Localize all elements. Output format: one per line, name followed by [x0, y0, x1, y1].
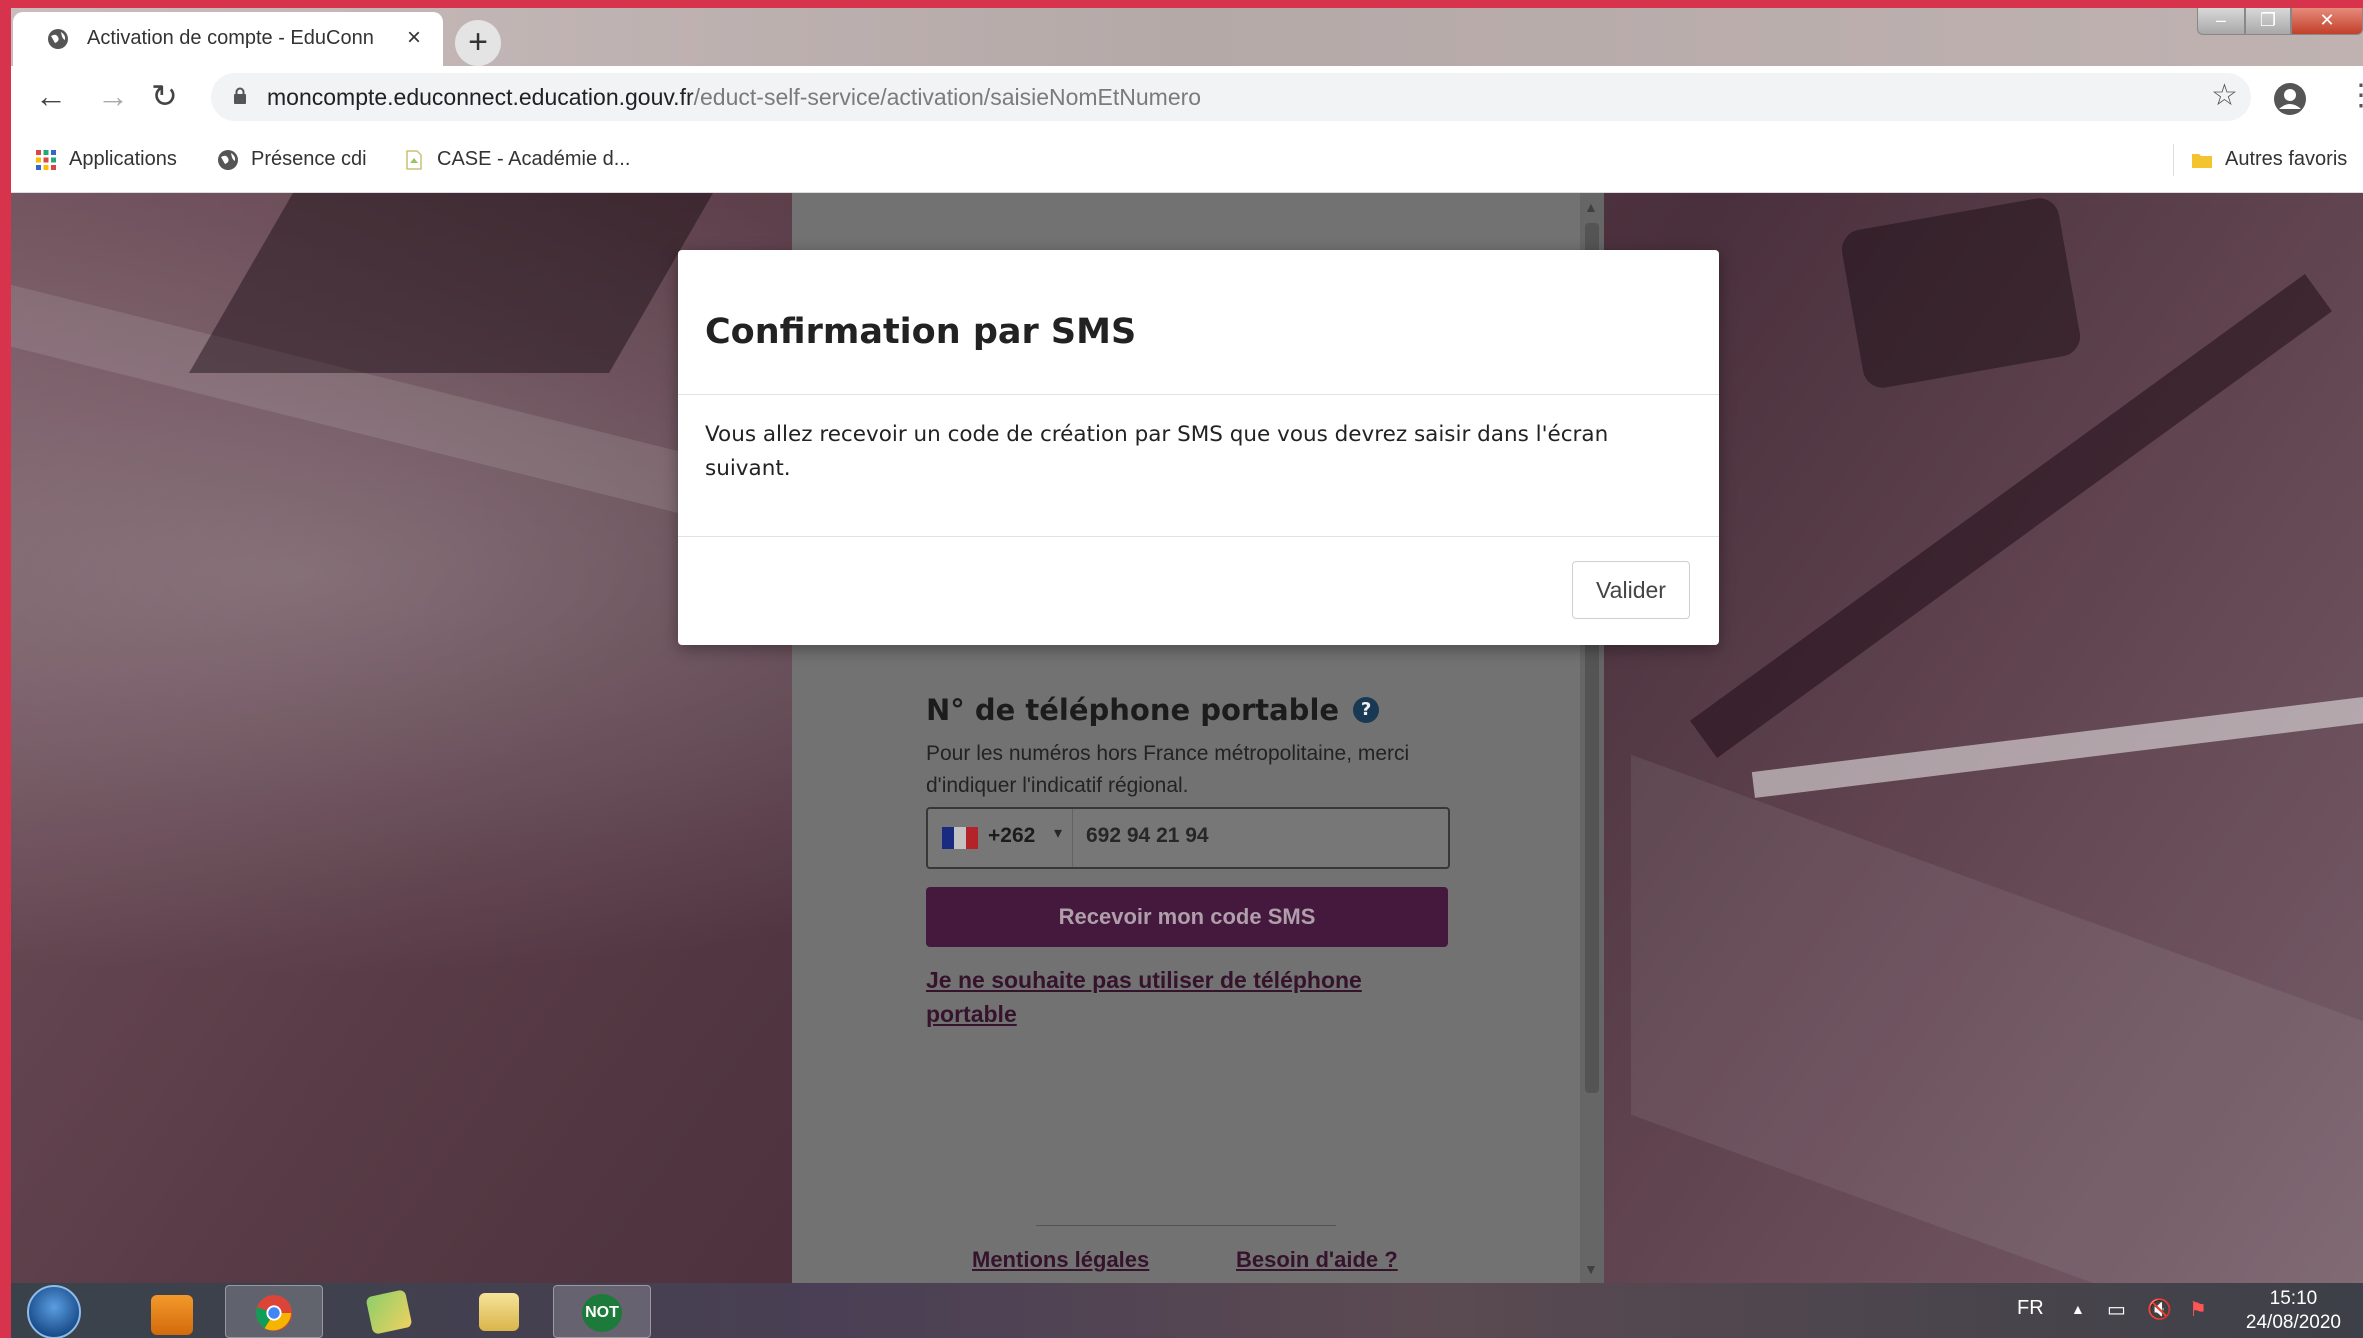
- valider-button[interactable]: Valider: [1572, 561, 1690, 619]
- restore-button[interactable]: ❐: [2245, 8, 2291, 35]
- browser-toolbar: ← → ↻ moncompte.educonnect.education.gou…: [11, 66, 2363, 130]
- folder-icon: [2192, 153, 2212, 168]
- modal-title: Confirmation par SMS: [705, 312, 1137, 352]
- windows-taskbar: NOT FR ▲ ▭ 🔇 ⚑ 15:10 24/08/2020: [11, 1283, 2363, 1338]
- bookmark-case-academie[interactable]: CASE - Académie d...: [403, 148, 630, 171]
- modal-body: Vous allez recevoir un code de création …: [705, 422, 1609, 481]
- minimize-button[interactable]: –: [2197, 8, 2245, 35]
- bookmark-applications[interactable]: Applications: [35, 148, 177, 171]
- back-arrow-icon[interactable]: ←: [35, 80, 67, 112]
- reload-icon[interactable]: ↻: [151, 80, 178, 112]
- sms-confirmation-modal: Confirmation par SMS Vous allez recevoir…: [678, 250, 1719, 645]
- globe-icon: [48, 29, 68, 49]
- taskbar-chrome[interactable]: [225, 1285, 323, 1338]
- menu-kebab-icon[interactable]: ⋮: [2346, 78, 2363, 113]
- page-viewport: N° de téléphone portable ? Pour les numé…: [11, 193, 2363, 1283]
- other-bookmarks-label: Autres favoris: [2225, 148, 2348, 170]
- taskbar-media-player[interactable]: [129, 1285, 227, 1338]
- globe-icon: [218, 149, 238, 170]
- tab-close-icon[interactable]: ×: [407, 24, 421, 52]
- new-tab-button[interactable]: +: [455, 20, 501, 66]
- language-indicator[interactable]: FR: [2017, 1297, 2044, 1320]
- bookmark-divider: [2173, 144, 2174, 176]
- taskbar-not-app[interactable]: NOT: [553, 1285, 651, 1338]
- bookmark-label: CASE - Académie d...: [437, 148, 631, 170]
- not-app-icon: NOT: [582, 1294, 622, 1332]
- action-center-flag-icon[interactable]: ⚑: [2189, 1297, 2207, 1322]
- lock-icon: [234, 87, 246, 104]
- chrome-icon: [255, 1294, 293, 1332]
- taskbar-folders[interactable]: [341, 1285, 439, 1338]
- other-bookmarks[interactable]: Autres favoris: [2191, 148, 2347, 171]
- profile-icon[interactable]: [2273, 82, 2307, 116]
- system-clock[interactable]: 15:10 24/08/2020: [2246, 1287, 2341, 1335]
- modal-header: Confirmation par SMS: [678, 250, 1719, 395]
- bookmarks-bar: Applications Présence cdi CASE - Académi…: [11, 130, 2363, 193]
- not-app-label: NOT: [585, 1304, 619, 1321]
- folder-icon: [365, 1289, 413, 1335]
- screen: Activation de compte - EduConn × + – ❐ ✕…: [11, 8, 2363, 1338]
- close-window-button[interactable]: ✕: [2291, 8, 2363, 35]
- clock-time: 15:10: [2269, 1288, 2318, 1309]
- tab-title: Activation de compte - EduConn: [87, 27, 374, 49]
- file-explorer-icon: [479, 1293, 519, 1331]
- forward-arrow-icon[interactable]: →: [97, 80, 129, 112]
- bookmark-label: Applications: [69, 148, 177, 170]
- url-host: moncompte.educonnect.education.gouv.fr: [267, 84, 694, 110]
- browser-titlebar: Activation de compte - EduConn × + – ❐ ✕: [11, 8, 2363, 66]
- network-icon[interactable]: ▭: [2107, 1297, 2126, 1322]
- taskbar-explorer[interactable]: [451, 1285, 549, 1338]
- page-icon: [406, 149, 422, 170]
- bookmark-star-icon[interactable]: ☆: [2211, 78, 2238, 113]
- apps-grid-icon: [36, 149, 56, 170]
- window-controls: – ❐ ✕: [2197, 8, 2363, 38]
- bookmark-label: Présence cdi: [251, 148, 367, 170]
- url-text: moncompte.educonnect.education.gouv.fr/e…: [267, 84, 1201, 111]
- clock-date: 24/08/2020: [2245, 1312, 2341, 1333]
- media-player-icon: [151, 1295, 193, 1335]
- url-path: /educt-self-service/activation/saisieNom…: [693, 84, 1202, 110]
- modal-divider: [678, 536, 1719, 537]
- volume-muted-icon[interactable]: 🔇: [2147, 1297, 2172, 1322]
- bookmark-presence-cdi[interactable]: Présence cdi: [217, 148, 367, 171]
- tray-expand-icon[interactable]: ▲: [2071, 1301, 2085, 1317]
- address-bar[interactable]: moncompte.educonnect.education.gouv.fr/e…: [211, 73, 2251, 121]
- browser-tab[interactable]: Activation de compte - EduConn ×: [13, 12, 443, 66]
- windows-start-icon[interactable]: [27, 1285, 81, 1338]
